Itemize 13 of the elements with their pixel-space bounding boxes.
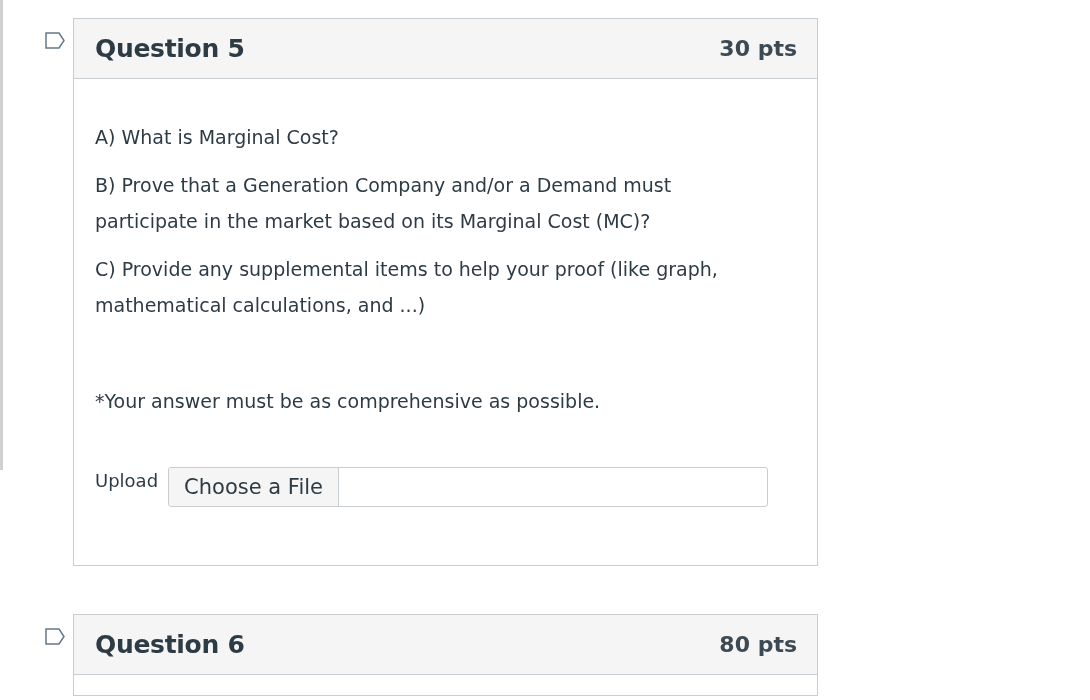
choose-file-button[interactable]: Choose a File: [169, 468, 339, 506]
upload-label: Upload: [95, 469, 159, 493]
question-note: *Your answer must be as comprehensive as possible.: [95, 389, 602, 414]
flag-icon[interactable]: [45, 32, 65, 49]
question-points: 80 pts: [719, 632, 797, 657]
file-upload-field[interactable]: Choose a File: [168, 467, 769, 507]
question-text: A) What is Marginal Cost?: [95, 125, 340, 150]
question-text: B) Prove that a Generation Company and/or a Demand must participate in the market based on its Marginal Cost (MC)?: [95, 173, 673, 234]
question-title: Question 5: [95, 34, 245, 63]
question-title: Question 6: [95, 630, 245, 659]
question-text: C) Provide any supplemental items to help your proof (like graph, mathematical calculations, and ...): [95, 257, 719, 318]
question-points: 30 pts: [719, 36, 797, 61]
flag-icon[interactable]: [45, 628, 65, 645]
